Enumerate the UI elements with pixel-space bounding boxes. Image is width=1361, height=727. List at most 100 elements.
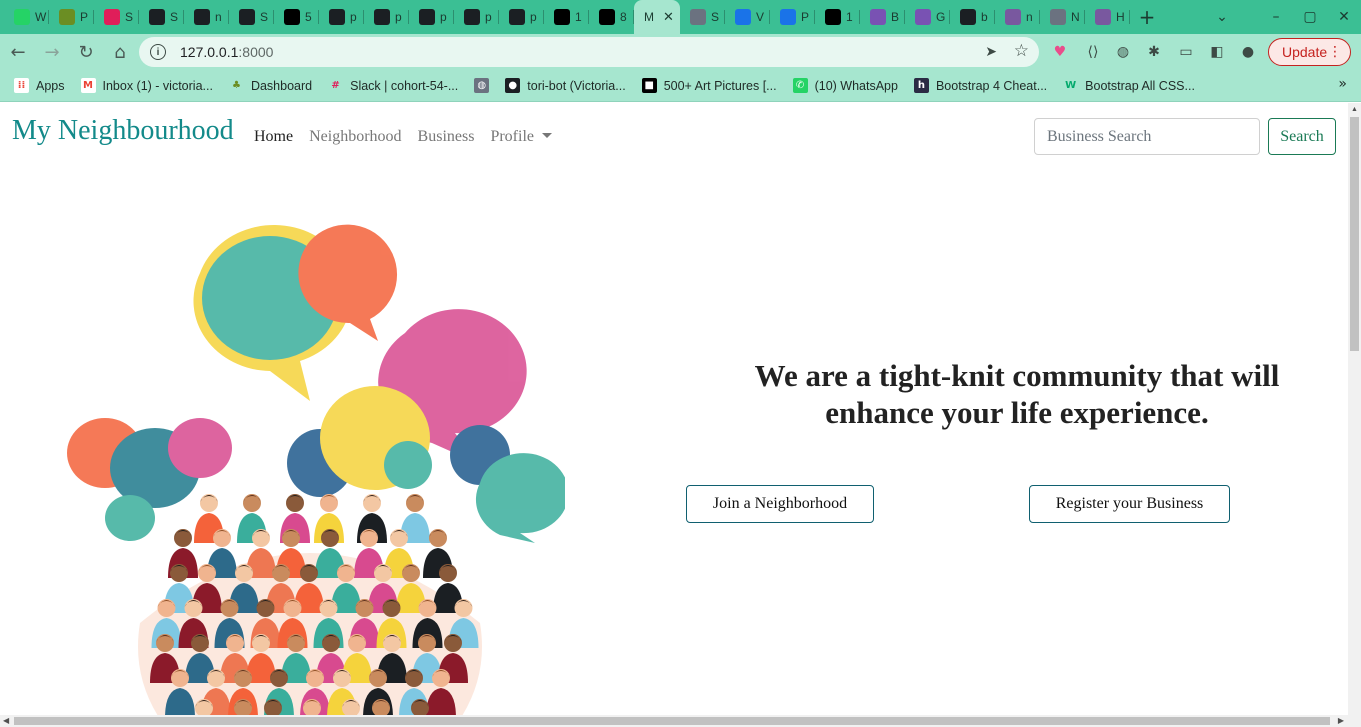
bookmark-item[interactable]: # Slack | cohort-54-... [328,78,458,93]
address-bar[interactable]: i 127.0.0.1:8000 ➤ ☆ [139,37,1039,67]
business-search-input[interactable] [1034,118,1260,155]
browser-tab[interactable]: M ✕ [634,0,680,34]
browser-tab[interactable]: p [364,0,409,34]
minimize-icon[interactable]: – [1259,9,1293,25]
nav-business[interactable]: Business [418,128,475,146]
site-brand[interactable]: My Neighbourhood [12,115,234,147]
close-tab-icon[interactable]: ✕ [663,9,674,25]
home-icon[interactable]: ⌂ [104,36,136,68]
browser-tab-strip: W P S Sn S 5 p p p p p 1 8 M ✕ S V P 1 B Gb n N H + ⌄ – ▢ ✕ [0,0,1361,34]
menu-dots-icon[interactable]: ⋮ [1328,44,1342,60]
unsplash-icon [284,9,300,25]
bootstrap-icon [915,9,931,25]
tab-title: H [1116,10,1125,24]
profile-avatar-icon[interactable]: ● [1238,42,1258,62]
nav-profile-dropdown[interactable]: Profile [490,128,552,146]
extension-heart-icon[interactable]: ♥ [1050,42,1070,62]
browser-tab[interactable]: S [680,0,725,34]
nav-home[interactable]: Home [254,128,293,146]
crowd-of-people [138,494,482,715]
url-host: 127.0.0.1 [180,44,239,60]
send-page-icon[interactable]: ➤ [985,43,997,60]
bookmark-label: tori-bot (Victoria... [527,78,626,93]
browser-tab[interactable]: b [950,0,995,34]
url-port: :8000 [238,44,274,60]
site-info-icon[interactable]: i [150,44,166,60]
forward-icon[interactable]: → [36,36,68,68]
bookmark-item[interactable]: ♣ Dashboard [229,78,312,93]
horizontal-scroll-thumb[interactable] [14,717,1330,725]
bookmark-item[interactable]: ■ 500+ Art Pictures [... [641,78,777,93]
globe-icon [1050,9,1066,25]
reload-icon[interactable]: ↻ [70,36,102,68]
tab-search-chevron-icon[interactable]: ⌄ [1205,9,1239,25]
tab-title: 5 [305,10,312,24]
side-panel-icon[interactable]: ◧ [1207,42,1227,62]
browser-tab[interactable]: 1 [544,0,589,34]
browser-tab[interactable]: S [139,0,184,34]
bookmark-item[interactable]: W Bootstrap All CSS... [1063,78,1195,93]
browser-tab[interactable]: B [860,0,905,34]
scroll-left-arrow-icon[interactable]: ◀ [3,716,9,725]
vertical-scrollbar[interactable]: ▲ [1348,103,1361,715]
browser-tab[interactable]: P [770,0,815,34]
browser-tab[interactable]: V [725,0,770,34]
speech-bubbles [67,224,565,543]
browser-tab[interactable]: n [184,0,229,34]
github-icon: ● [505,78,521,93]
tab-title: S [711,10,720,24]
cast-icon[interactable]: ▭ [1176,42,1196,62]
vertical-scroll-thumb[interactable] [1350,117,1359,351]
extension-code-icon[interactable]: ⟨⟩ [1083,42,1103,62]
register-business-button[interactable]: Register your Business [1029,485,1230,523]
bookmark-item[interactable]: ◍ [474,78,490,93]
bookmark-item[interactable]: ● tori-bot (Victoria... [505,78,626,93]
browser-tab[interactable]: H [1085,0,1130,34]
tab-title: p [440,10,447,24]
browser-tab[interactable]: p [454,0,499,34]
browser-tab[interactable]: W [4,0,49,34]
hero-tagline: We are a tight-knit community that will … [754,358,1280,430]
extension-globe-icon[interactable]: ◍ [1113,42,1133,62]
browser-tab[interactable]: 8 [589,0,634,34]
update-button[interactable]: Update ⋮ [1268,38,1351,66]
tab-title: 8 [620,10,627,24]
browser-tab[interactable]: p [499,0,544,34]
join-neighborhood-button[interactable]: Join a Neighborhood [686,485,874,523]
browser-tab[interactable]: S [229,0,274,34]
tab-title: p [530,10,537,24]
update-label: Update [1282,44,1328,60]
new-tab-icon[interactable]: + [1130,0,1164,34]
bookmark-star-icon[interactable]: ☆ [1014,41,1029,61]
bookmark-item[interactable]: M Inbox (1) - victoria... [80,78,213,93]
scroll-up-arrow-icon[interactable]: ▲ [1351,106,1358,113]
page-viewport: My Neighbourhood Home Neighborhood Busin… [0,103,1348,715]
globe-icon [690,9,706,25]
browser-tab[interactable]: 5 [274,0,319,34]
search-button[interactable]: Search [1268,118,1336,155]
bookmarks-bar: ⁞⁞ Apps M Inbox (1) - victoria... ♣ Dashboard… [0,70,1361,102]
bookmark-item[interactable]: ✆ (10) WhatsApp [792,78,898,93]
browser-tab[interactable]: p [319,0,364,34]
bookmark-item[interactable]: h Bootstrap 4 Cheat... [913,78,1047,93]
browser-tab[interactable]: N [1040,0,1085,34]
bookmarks-overflow-icon[interactable]: » [1338,76,1347,92]
browser-tab[interactable]: p [409,0,454,34]
extensions-puzzle-icon[interactable]: ✱ [1144,42,1164,62]
browser-tab[interactable]: n [995,0,1040,34]
scroll-right-arrow-icon[interactable]: ▶ [1338,716,1344,725]
browser-tab[interactable]: S [94,0,139,34]
browser-tab[interactable]: P [49,0,94,34]
browser-tab[interactable]: G [905,0,950,34]
bookmark-item[interactable]: ⁞⁞ Apps [14,78,65,93]
browser-toolbar: ← → ↻ ⌂ i 127.0.0.1:8000 ➤ ☆ ♥ ⟨⟩ ◍ ✱ ▭ … [0,34,1361,70]
horizontal-scrollbar[interactable]: ◀ ▶ [0,715,1361,727]
nav-neighborhood[interactable]: Neighborhood [309,128,401,146]
maximize-icon[interactable]: ▢ [1293,9,1327,25]
whatsapp-icon [14,9,30,25]
back-icon[interactable]: ← [2,36,34,68]
browser-tab[interactable]: 1 [815,0,860,34]
close-window-icon[interactable]: ✕ [1327,9,1361,25]
tab-title: 1 [846,10,853,24]
github-icon [419,9,435,25]
